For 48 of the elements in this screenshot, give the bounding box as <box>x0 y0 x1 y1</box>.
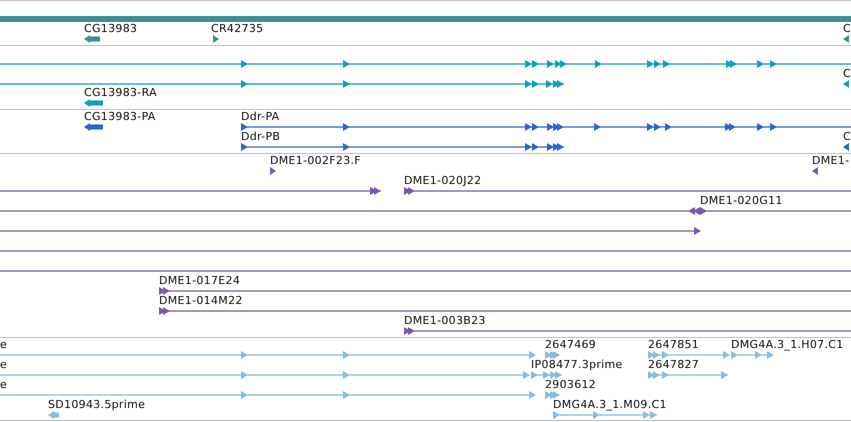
transcript-glyph[interactable] <box>404 187 851 195</box>
feature-label: IP08477.3prime <box>531 359 623 371</box>
feature-label: DME1-020G11 <box>700 195 783 207</box>
feature-label: CG13983-PA <box>84 111 156 123</box>
feature-label: CR42735 <box>211 23 264 35</box>
transcript-glyph[interactable] <box>0 80 564 88</box>
feature-label: e <box>0 339 8 351</box>
feature-label: C <box>843 23 851 35</box>
feature-label: DME1-020J22 <box>404 175 482 187</box>
feature-label: DME1-002F23.F <box>270 155 361 167</box>
transcript-glyph[interactable] <box>0 207 700 215</box>
transcript-glyph[interactable] <box>159 287 851 295</box>
gene-glyph[interactable] <box>84 123 103 131</box>
transcript-glyph[interactable] <box>159 307 851 315</box>
gene-glyph[interactable] <box>843 35 851 43</box>
feature-label: CG13983-RA <box>84 87 157 99</box>
feature-label: DME1-003B23 <box>404 315 486 327</box>
feature-label: DMG4A.3_1.M09.C1 <box>553 399 667 411</box>
feature-label: 2647469 <box>545 339 596 351</box>
feature-label: C <box>843 131 851 143</box>
feature-label: e <box>0 379 8 391</box>
transcript-glyph[interactable] <box>0 227 700 235</box>
feature-label: CG13983 <box>84 23 138 35</box>
gene-glyph[interactable] <box>843 80 851 88</box>
feature-label: 2903612 <box>545 379 596 391</box>
feature-label: Ddr-PA <box>241 111 280 123</box>
gene-glyph[interactable] <box>211 35 219 43</box>
feature-label: 2647827 <box>648 359 700 371</box>
gene-glyph[interactable] <box>843 143 851 151</box>
gene-glyph[interactable] <box>84 35 100 43</box>
gene-glyph[interactable] <box>270 167 276 175</box>
feature-label: DME1- <box>812 155 850 167</box>
feature-label: SD10943.5prime <box>48 399 146 411</box>
feature-label: C <box>843 68 851 80</box>
feature-label: e <box>0 359 8 371</box>
transcript-glyph[interactable] <box>404 327 851 335</box>
transcript-glyph[interactable] <box>241 123 851 131</box>
feature-label: DMG4A.3_1.H07.C1 <box>731 339 844 351</box>
feature-label: DME1-014M22 <box>159 295 243 307</box>
feature-label: Ddr-PB <box>241 131 280 143</box>
feature-label: DME1-017E24 <box>159 275 240 287</box>
feature-label: 2647851 <box>648 339 700 351</box>
transcript-glyph[interactable] <box>241 143 564 151</box>
gene-glyph[interactable] <box>812 167 818 175</box>
transcript-glyph[interactable] <box>700 207 851 215</box>
gene-glyph[interactable] <box>84 99 103 107</box>
transcript-glyph[interactable] <box>0 187 381 195</box>
transcript-glyph[interactable] <box>0 60 851 68</box>
